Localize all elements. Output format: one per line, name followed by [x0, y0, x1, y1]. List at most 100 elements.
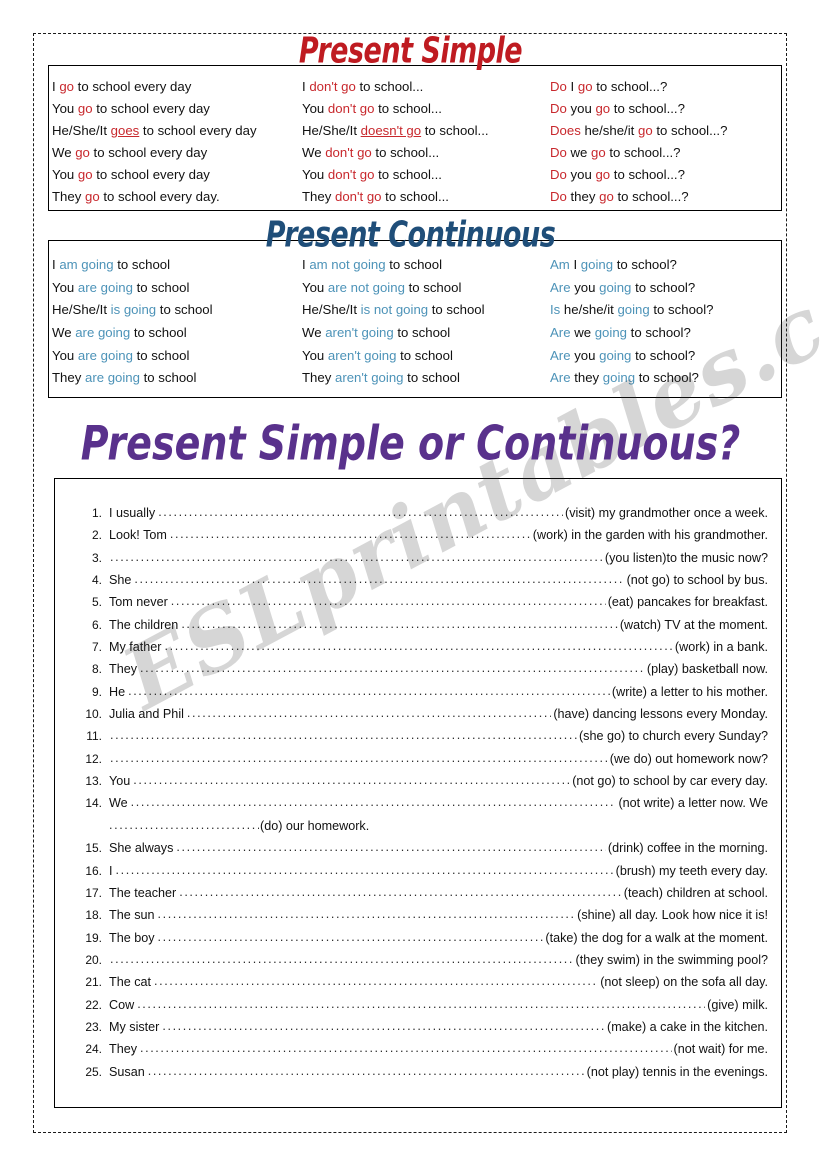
- exercise-number: 12.: [85, 751, 102, 766]
- answer-blank[interactable]: [110, 752, 608, 765]
- exercise-prompt-tail: (do) our homework.: [260, 818, 370, 833]
- exercise-prompt-tail: (you listen)to the music now?: [604, 550, 768, 565]
- conjugation-affirmative: You are going to school: [52, 347, 190, 363]
- conjugation-question: Do you go to school...?: [550, 167, 685, 183]
- exercise-item: 22. Cow (give) milk.: [78, 998, 768, 1020]
- exercise-item: 16. I (brush) my teeth every day.: [78, 864, 768, 886]
- conjugation-question: Do I go to school...?: [550, 79, 668, 94]
- answer-blank[interactable]: [181, 618, 618, 631]
- exercise-prompt-tail: (not go) to school by car every day.: [572, 774, 768, 789]
- exercise-prompt-lead: She always: [109, 841, 174, 856]
- answer-blank[interactable]: [116, 864, 614, 877]
- answer-blank[interactable]: [176, 841, 606, 854]
- present-simple-heading: Present Simple: [298, 31, 523, 72]
- exercise-number: 17.: [85, 885, 102, 900]
- exercise-prompt-lead: He: [109, 684, 126, 699]
- exercise-body: (we do) out homework now?: [109, 752, 768, 766]
- exercise-prompt-lead: The sun: [109, 908, 155, 923]
- exercise-prompt-tail: (make) a cake in the kitchen.: [607, 1019, 768, 1034]
- answer-blank[interactable]: [171, 595, 606, 608]
- conjugation-negative: They aren't going to school: [302, 370, 460, 386]
- exercise-prompt-tail: (take) the dog for a walk at the moment.: [545, 930, 768, 945]
- exercise-item: 20. (they swim) in the swimming pool?: [78, 953, 768, 975]
- exercise-number: 14.: [85, 796, 102, 811]
- conjugation-question: Do they go to school...?: [550, 189, 689, 205]
- exercise-item: 24. They (not wait) for me.: [78, 1042, 768, 1064]
- exercise-prompt-tail: (watch) TV at the moment.: [619, 617, 768, 632]
- exercise-item: 10. Julia and Phil (have) dancing lessons …: [78, 707, 768, 729]
- exercise-item: 8. They (play) basketball now.: [78, 662, 768, 684]
- answer-blank[interactable]: [110, 953, 574, 966]
- exercise-number: 5.: [91, 595, 102, 610]
- exercise-prompt-tail: (not wait) for me.: [673, 1042, 768, 1057]
- answer-blank[interactable]: [158, 908, 576, 921]
- conjugation-affirmative: You are going to school: [52, 279, 190, 295]
- exercise-item: 4. She (not go) to school by bus.: [78, 573, 768, 595]
- conjugation-question: Does he/she/it go to school...?: [550, 123, 728, 139]
- conjugation-negative: You aren't going to school: [302, 347, 453, 363]
- exercise-prompt-lead: The teacher: [109, 885, 177, 900]
- exercise-prompt-lead: She: [109, 573, 132, 588]
- exercise-number: 15.: [85, 841, 102, 856]
- answer-blank[interactable]: [110, 729, 577, 742]
- answer-blank[interactable]: [187, 707, 551, 720]
- conjugation-question: Is he/she/it going to school?: [550, 302, 714, 318]
- answer-blank[interactable]: [134, 573, 624, 586]
- exercise-item: 14. We (not write) a letter now. We: [78, 796, 768, 818]
- answer-blank[interactable]: [137, 998, 705, 1011]
- exercise-body: My sister (make) a cake in the kitchen.: [109, 1020, 768, 1034]
- present-continuous-heading: Present Continuous: [265, 215, 556, 256]
- exercise-item: 21. The cat (not sleep) on the sofa all da…: [78, 975, 768, 997]
- answer-blank[interactable]: [133, 774, 570, 787]
- exercise-body: The sun (shine) all day. Look how nice it…: [109, 908, 768, 922]
- exercise-prompt-lead: They: [109, 1042, 137, 1057]
- exercise-prompt-lead: I usually: [109, 506, 156, 520]
- conjugation-negative: I don't go to school...: [302, 79, 424, 94]
- exercise-body: (they swim) in the swimming pool?: [109, 953, 768, 967]
- exercise-prompt-tail: (brush) my teeth every day.: [615, 863, 768, 878]
- exercise-item: 6. The children (watch) TV at the moment.: [78, 618, 768, 640]
- conjugation-affirmative: We are going to school: [52, 325, 187, 341]
- exercise-number: 4.: [91, 573, 102, 588]
- present-continuous-conjugation-grid: I am going to school I am not going to sc…: [52, 256, 782, 387]
- exercise-item: 25. Susan (not play) tennis in the evening…: [78, 1065, 768, 1087]
- conjugation-question: Do we go to school...?: [550, 145, 681, 161]
- exercise-number: 1.: [91, 506, 102, 520]
- answer-blank[interactable]: [170, 528, 531, 541]
- exercise-prompt-tail: (visit) my grandmother once a week.: [565, 506, 768, 520]
- exercise-prompt-lead: My sister: [109, 1019, 160, 1034]
- answer-blank[interactable]: [140, 662, 645, 675]
- conjugation-question: Are they going to school?: [550, 370, 699, 386]
- exercise-body: The boy (take) the dog for a walk at the …: [109, 931, 768, 945]
- exercise-prompt-lead: The boy: [109, 930, 155, 945]
- exercise-body: Susan (not play) tennis in the evenings.: [109, 1065, 768, 1079]
- exercise-item: 2. Look! Tom (work) in the garden with his…: [78, 528, 768, 550]
- exercise-item: 7. My father (work) in a bank.: [78, 640, 768, 662]
- answer-blank[interactable]: [154, 975, 598, 988]
- answer-blank[interactable]: [128, 685, 610, 698]
- exercise-prompt-tail: (teach) children at school.: [623, 885, 768, 900]
- answer-blank[interactable]: [158, 931, 544, 944]
- exercise-item-continuation: 14. (do) our homework.: [78, 819, 768, 841]
- exercise-number: 24.: [85, 1042, 102, 1057]
- exercise-body: The children (watch) TV at the moment.: [109, 618, 768, 632]
- exercise-body: They (not wait) for me.: [109, 1042, 768, 1056]
- answer-blank[interactable]: [131, 796, 617, 809]
- exercise-number: 8.: [91, 662, 102, 677]
- conjugation-affirmative: I go to school every day: [52, 79, 192, 94]
- answer-blank[interactable]: [179, 886, 622, 899]
- conjugation-question: Are you going to school?: [550, 279, 696, 295]
- exercise-prompt-tail: (not go) to school by bus.: [626, 573, 768, 588]
- exercise-body: The teacher (teach) children at school.: [109, 886, 768, 900]
- exercise-prompt-tail: (drink) coffee in the morning.: [607, 841, 768, 856]
- conjugation-affirmative: I am going to school: [52, 257, 171, 272]
- answer-blank[interactable]: [110, 551, 603, 564]
- exercise-item: 18. The sun (shine) all day. Look how nice…: [78, 908, 768, 930]
- answer-blank[interactable]: [148, 1065, 585, 1078]
- conjugation-affirmative: We go to school every day: [52, 145, 208, 161]
- answer-blank[interactable]: [109, 819, 259, 832]
- answer-blank[interactable]: [165, 640, 673, 653]
- answer-blank[interactable]: [162, 1020, 605, 1033]
- answer-blank[interactable]: [140, 1042, 672, 1055]
- answer-blank[interactable]: [158, 506, 563, 519]
